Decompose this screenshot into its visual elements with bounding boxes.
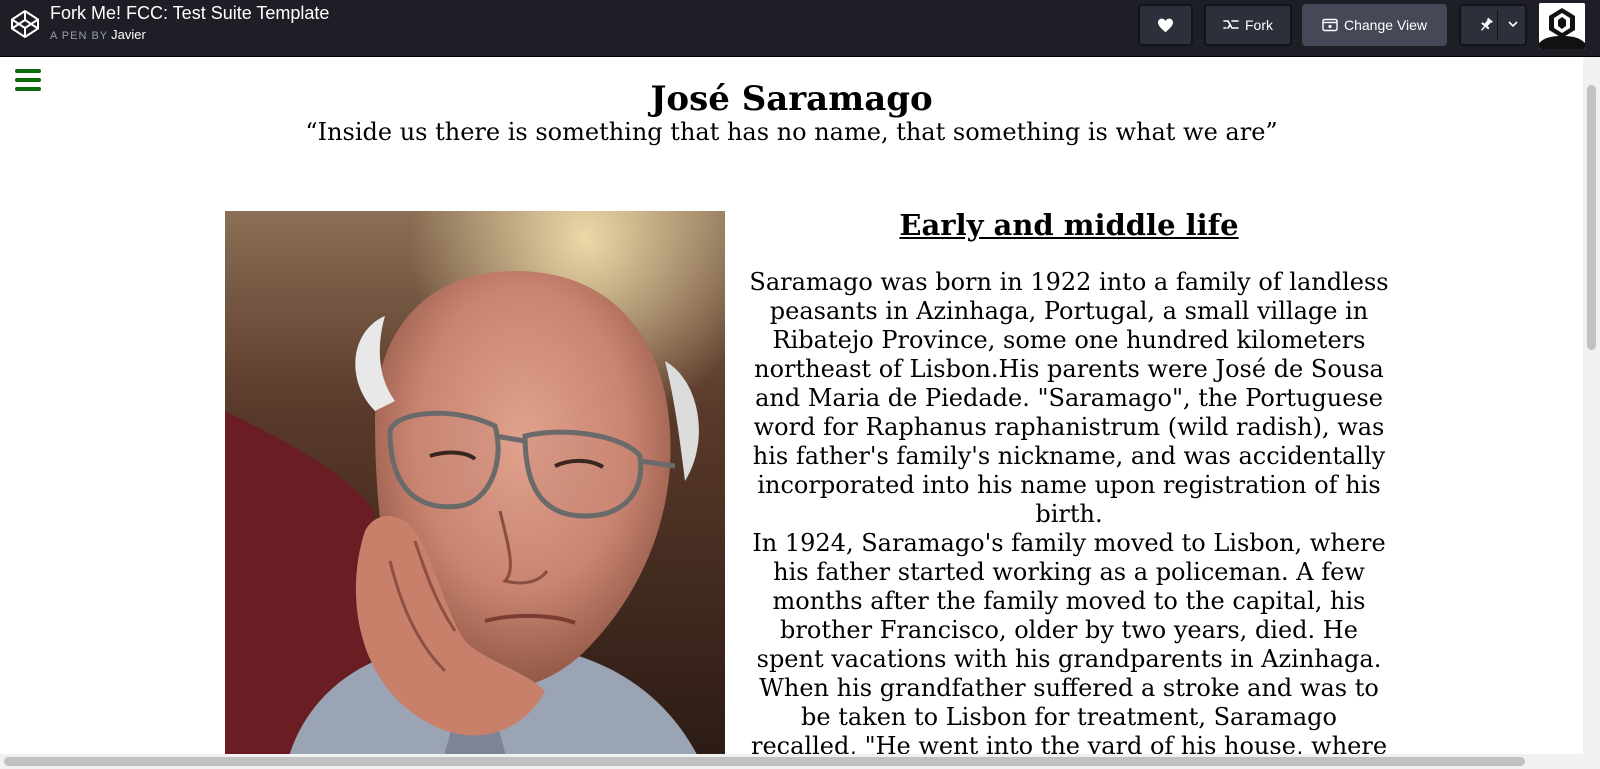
vertical-scrollbar-thumb[interactable] <box>1587 85 1596 350</box>
author-link[interactable]: Javier <box>111 27 146 42</box>
pin-icon <box>1480 17 1493 31</box>
bio-paragraph: Saramago was born in 1922 into a family … <box>749 268 1389 528</box>
change-view-button[interactable]: Change View <box>1302 4 1447 46</box>
codepen-header: Fork Me! FCC: Test Suite Template A PEN … <box>0 0 1600 57</box>
pen-title: Fork Me! FCC: Test Suite Template <box>50 3 330 23</box>
chevron-down-icon[interactable] <box>1507 18 1519 30</box>
tagline-quote: “Inside us there is something that has n… <box>305 118 1278 146</box>
heart-button[interactable] <box>1138 4 1193 46</box>
change-view-label: Change View <box>1343 17 1428 33</box>
heart-icon <box>1158 18 1173 32</box>
avatar-icon <box>1539 3 1585 49</box>
section-title: Early and middle life <box>899 208 1239 242</box>
codepen-logo-icon[interactable] <box>9 8 41 40</box>
bio-paragraph: In 1924, Saramago's family moved to Lisb… <box>750 529 1388 754</box>
vertical-scrollbar[interactable] <box>1583 57 1600 754</box>
pen-by-label: A PEN BY <box>50 30 109 42</box>
pin-button[interactable] <box>1459 4 1527 46</box>
pin-divider <box>1497 10 1498 40</box>
fork-icon <box>1223 20 1239 29</box>
portrait-image <box>225 211 725 754</box>
pen-byline: A PEN BY Javier <box>50 27 146 42</box>
fork-button[interactable]: Fork <box>1204 4 1292 46</box>
user-avatar[interactable] <box>1539 3 1585 49</box>
page-title: José Saramago <box>650 79 933 119</box>
change-view-icon <box>1322 18 1338 32</box>
page-content: José Saramago “Inside us there is someth… <box>0 57 1583 754</box>
biography-text: Saramago was born in 1922 into a family … <box>748 268 1390 754</box>
horizontal-scrollbar[interactable] <box>0 754 1600 769</box>
fork-label: Fork <box>1245 17 1273 33</box>
horizontal-scrollbar-thumb[interactable] <box>4 757 1525 766</box>
